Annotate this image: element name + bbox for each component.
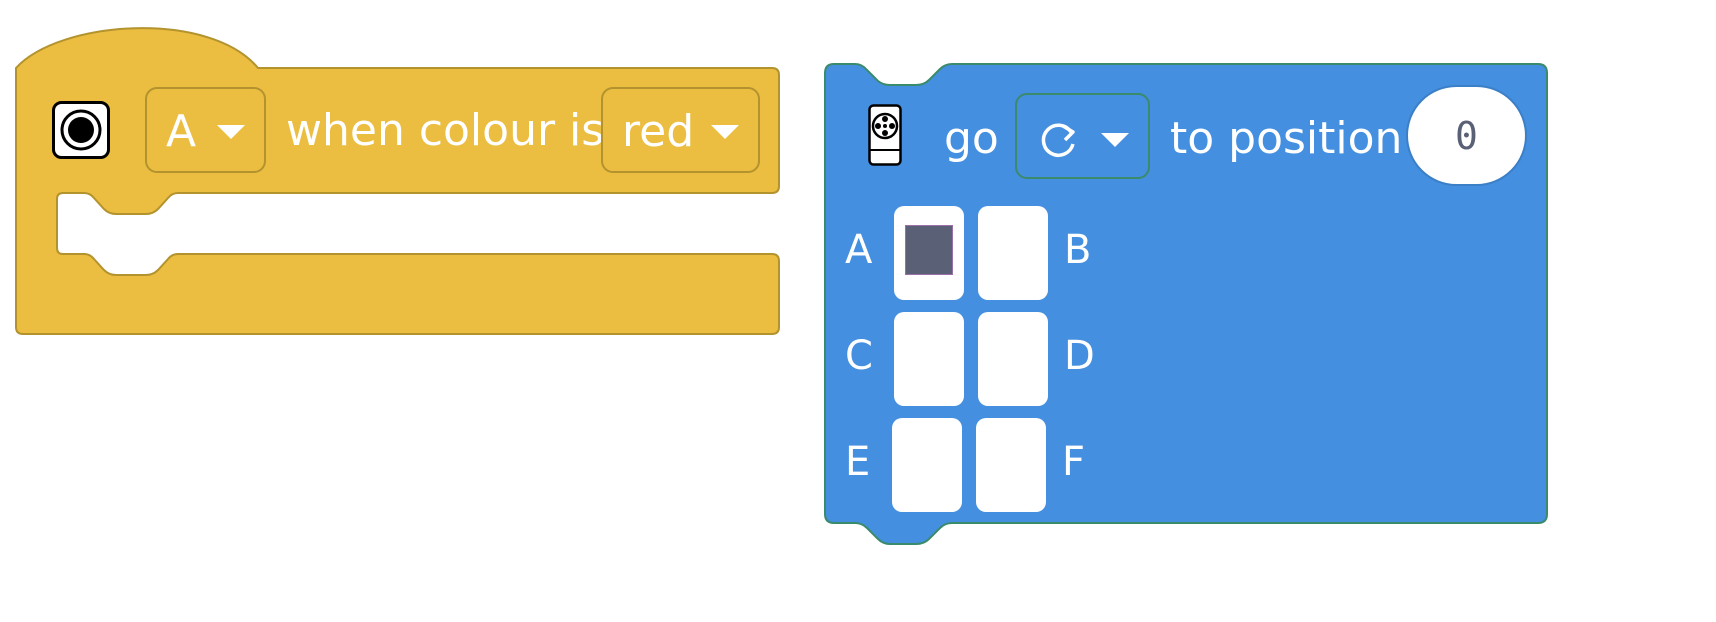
workspace: A when colour is red go to position 0 A … — [0, 0, 1716, 622]
port-e-toggle[interactable] — [892, 418, 962, 512]
colour-dropdown-value: red — [622, 106, 695, 157]
port-a-toggle[interactable] — [894, 206, 964, 300]
chevron-down-icon — [217, 125, 245, 139]
port-label-b: B — [1064, 227, 1092, 273]
port-label-e: E — [845, 439, 871, 485]
color-sensor-icon — [52, 101, 110, 159]
port-c-toggle[interactable] — [894, 312, 964, 406]
port-d-toggle[interactable] — [978, 312, 1048, 406]
when-colour-label: when colour is — [286, 105, 605, 156]
port-label-d: D — [1064, 333, 1095, 379]
port-label-c: C — [845, 333, 873, 379]
port-b-toggle[interactable] — [978, 206, 1048, 300]
port-selector: A B C D E F — [820, 60, 1555, 555]
port-a-selected-indicator — [905, 225, 953, 275]
port-label-f: F — [1062, 439, 1086, 485]
port-label-a: A — [845, 227, 873, 273]
port-f-toggle[interactable] — [976, 418, 1046, 512]
chevron-down-icon — [711, 125, 739, 139]
port-dropdown-value: A — [166, 106, 197, 157]
when-colour-hat-block[interactable]: A when colour is red — [0, 0, 790, 345]
colour-dropdown[interactable]: red — [601, 87, 760, 173]
port-dropdown[interactable]: A — [145, 87, 266, 173]
motor-go-to-position-block[interactable]: go to position 0 A B C D E F — [820, 60, 1555, 555]
